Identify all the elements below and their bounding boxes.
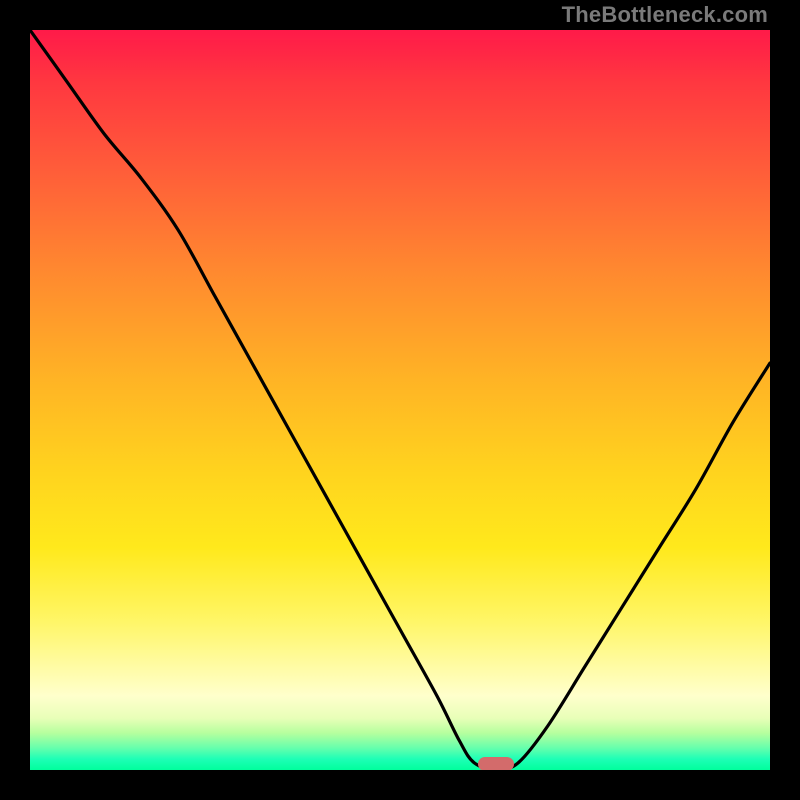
bottleneck-curve bbox=[30, 30, 770, 770]
plot-area bbox=[30, 30, 770, 770]
watermark-text: TheBottleneck.com bbox=[562, 2, 768, 28]
curve-svg bbox=[30, 30, 770, 770]
optimal-marker bbox=[478, 757, 514, 770]
chart-frame: TheBottleneck.com bbox=[0, 0, 800, 800]
